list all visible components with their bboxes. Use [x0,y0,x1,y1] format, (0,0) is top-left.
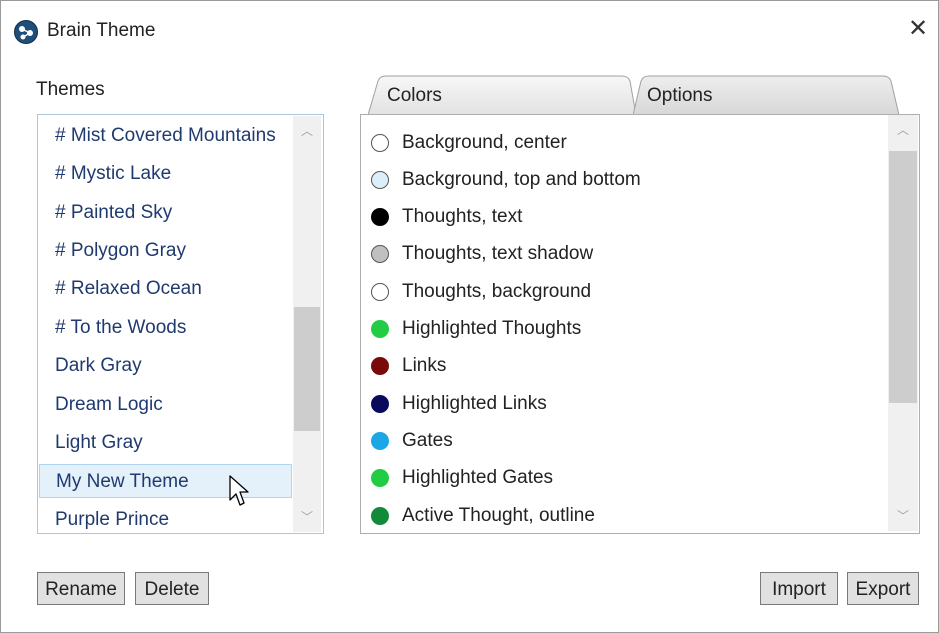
color-swatch [371,469,389,487]
list-item[interactable]: # To the Woods [39,311,292,345]
scroll-down-icon[interactable]: ﹀ [293,506,321,528]
color-swatch [371,507,389,525]
color-label: Highlighted Links [402,393,547,414]
scroll-up-icon[interactable]: ︿ [293,120,321,142]
tab-colors-label: Colors [387,85,442,106]
export-button[interactable]: Export [847,572,919,605]
list-item[interactable]: # Mist Covered Mountains [39,119,292,153]
list-item[interactable]: # Mystic Lake [39,157,292,191]
rename-button[interactable]: Rename [37,572,125,605]
list-item[interactable]: # Painted Sky [39,196,292,230]
color-swatch [371,245,389,263]
scroll-up-icon[interactable]: ︿ [888,119,918,141]
scrollbar-thumb[interactable] [294,307,320,431]
color-label: Background, center [402,132,567,153]
tab-colors[interactable]: Colors [368,75,636,115]
color-swatch [371,208,389,226]
color-label: Active Thought, outline [402,505,595,526]
import-button[interactable]: Import [760,572,838,605]
color-label: Highlighted Gates [402,467,554,488]
colors-panel: Background, center Background, top and b… [360,114,920,534]
brain-app-icon [14,20,38,44]
tab-options[interactable]: Options [633,75,899,115]
color-swatch [371,357,389,375]
color-label: Thoughts, background [402,281,592,302]
color-swatch [371,283,389,301]
color-swatch [371,320,389,338]
color-label: Thoughts, text shadow [402,243,594,264]
color-label: Highlighted Thoughts [402,318,582,339]
color-label: Background, top and bottom [402,169,641,190]
close-icon[interactable]: ✕ [904,15,932,43]
tab-options-label: Options [647,85,713,106]
brain-theme-dialog: Brain Theme ✕ Themes # Mist Covered Moun… [0,0,939,633]
themes-label: Themes [36,79,105,100]
list-item[interactable]: # Relaxed Ocean [39,272,292,306]
color-swatch [371,395,389,413]
scroll-down-icon[interactable]: ﹀ [888,505,918,527]
color-swatch [371,134,389,152]
colors-scrollbar[interactable]: ︿ ﹀ [888,115,918,531]
list-item[interactable]: Dream Logic [39,388,292,422]
color-label: Links [402,355,447,376]
color-swatch [371,171,389,189]
list-item[interactable]: # Polygon Gray [39,234,292,268]
list-item[interactable]: Purple Prince [39,503,292,533]
themes-scrollbar[interactable]: ︿ ﹀ [293,116,321,532]
delete-button[interactable]: Delete [135,572,209,605]
color-label: Thoughts, text [402,206,523,227]
themes-list[interactable]: # Mist Covered Mountains # Mystic Lake #… [37,114,324,534]
color-label: Gates [402,430,453,451]
list-item[interactable]: Light Gray [39,426,292,460]
scrollbar-thumb[interactable] [889,151,917,403]
color-swatch [371,432,389,450]
list-item[interactable]: Dark Gray [39,349,292,383]
list-item-selected[interactable]: My New Theme [39,464,292,498]
title-bar: Brain Theme ✕ [1,1,938,47]
mouse-pointer-icon [229,475,251,514]
window-title: Brain Theme [47,20,156,41]
